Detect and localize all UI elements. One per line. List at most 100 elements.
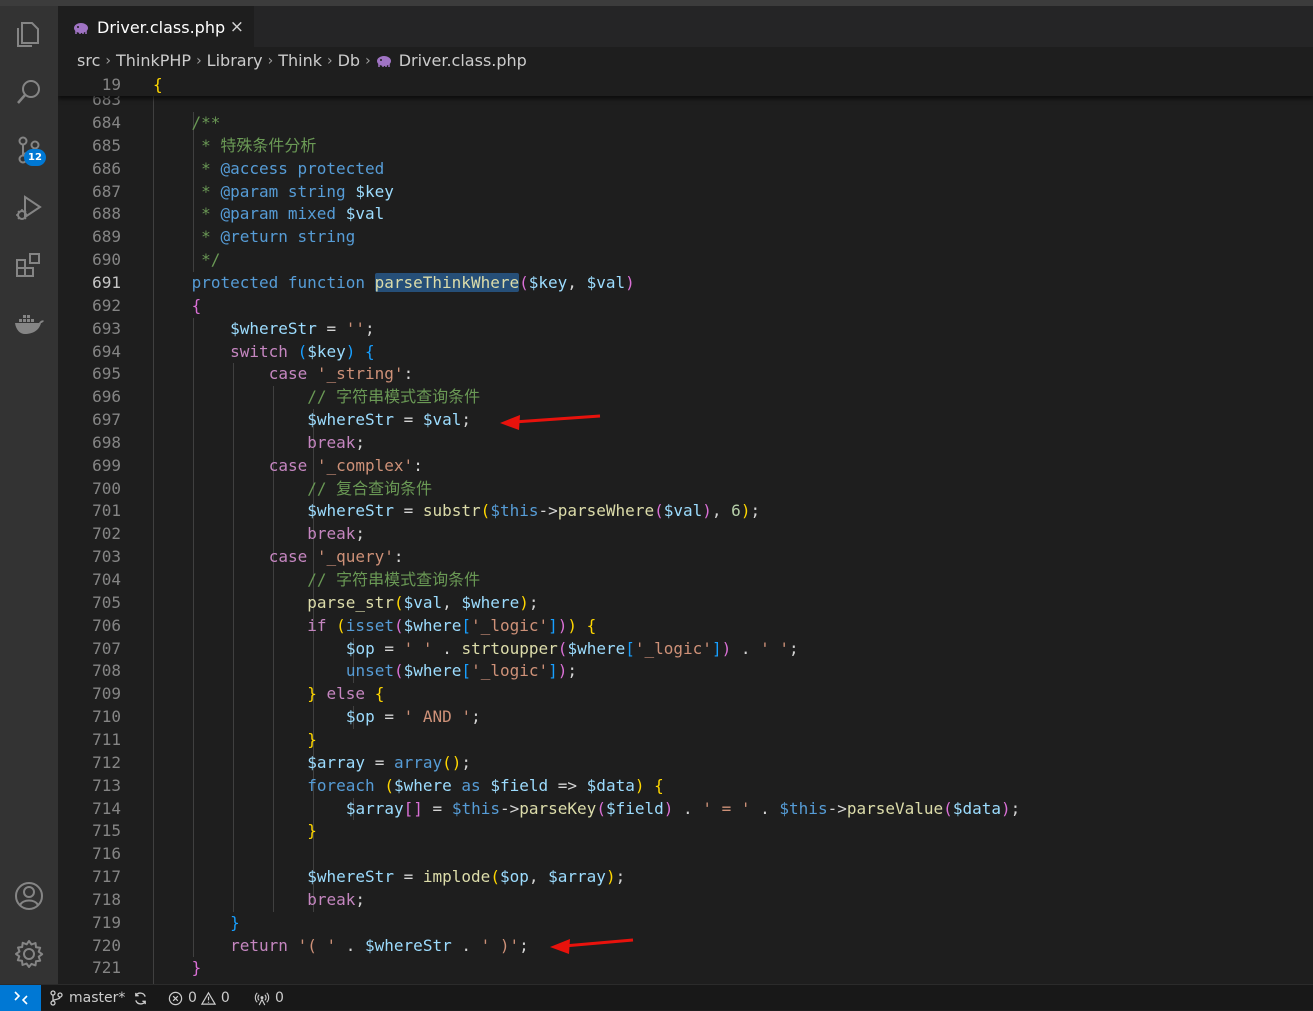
error-count: 0 bbox=[188, 990, 197, 1006]
code-text: case '_complex': bbox=[268, 455, 423, 475]
problems-indicator[interactable]: 0 0 bbox=[168, 985, 230, 1011]
line-number: 692 bbox=[92, 295, 121, 315]
code-text: * 特殊条件分析 bbox=[153, 135, 317, 155]
code-text: break; bbox=[307, 432, 366, 452]
line-number: 686 bbox=[92, 158, 121, 178]
sticky-scroll-header[interactable]: 19 { bbox=[58, 74, 1313, 96]
branch-indicator[interactable]: master* bbox=[49, 985, 148, 1011]
line-number: 690 bbox=[92, 250, 121, 270]
chevron-right-icon: › bbox=[196, 52, 202, 69]
code-text: } else { bbox=[307, 684, 385, 704]
sticky-line-text: { bbox=[153, 75, 163, 94]
code-line: 703 case '_query': bbox=[58, 546, 1313, 569]
line-number: 716 bbox=[92, 844, 121, 864]
code-text: * @param mixed $val bbox=[153, 204, 385, 224]
line-number: 706 bbox=[92, 615, 121, 635]
code-text: parse_str($val, $where); bbox=[307, 592, 539, 612]
chevron-right-icon: › bbox=[267, 52, 274, 69]
code-text: // 字符串模式查询条件 bbox=[307, 387, 481, 407]
line-number: 685 bbox=[92, 135, 121, 155]
php-elephant-icon bbox=[74, 22, 88, 34]
code-line: 715 } bbox=[58, 820, 1313, 843]
ports-indicator[interactable]: 0 bbox=[254, 985, 284, 1011]
tab-close-button[interactable]: × bbox=[230, 17, 244, 37]
explorer-icon[interactable] bbox=[0, 10, 58, 58]
code-text: break; bbox=[307, 524, 366, 544]
breadcrumb-db[interactable]: Db bbox=[338, 51, 360, 70]
line-number: 699 bbox=[92, 455, 121, 475]
code-line: 710 $op = ' AND '; bbox=[58, 706, 1313, 729]
run-debug-icon[interactable] bbox=[0, 184, 58, 232]
code-line: 714 $array[] = $this->parseKey($field) .… bbox=[58, 798, 1313, 821]
line-number: 693 bbox=[92, 318, 121, 338]
line-number: 691 bbox=[92, 272, 121, 292]
line-number: 714 bbox=[92, 798, 121, 818]
line-number: 721 bbox=[92, 958, 121, 978]
code-text: $whereStr = ''; bbox=[230, 318, 375, 338]
code-line: 701 $whereStr = substr($this->parseWhere… bbox=[58, 500, 1313, 523]
code-text: // 字符串模式查询条件 bbox=[307, 570, 481, 589]
docker-icon[interactable] bbox=[0, 300, 58, 348]
breadcrumb-library[interactable]: Library bbox=[207, 51, 263, 70]
code-text: if (isset($where['_logic'])) { bbox=[307, 615, 597, 635]
code-text: $array[] = $this->parseKey($field) . ' =… bbox=[345, 798, 1021, 818]
extensions-icon[interactable] bbox=[0, 242, 58, 290]
code-line: 720 return '( ' . $whereStr . ' )'; bbox=[58, 935, 1313, 958]
line-number: 694 bbox=[92, 341, 121, 361]
code-line: 719 } bbox=[58, 912, 1313, 935]
line-number: 688 bbox=[92, 204, 121, 224]
code-editor[interactable]: 19 { 683 684 /** 685 * 特殊条件分析 686 * @access… bbox=[58, 74, 1313, 984]
breadcrumb-src[interactable]: src bbox=[77, 51, 100, 70]
code-line: 690 */ bbox=[58, 249, 1313, 272]
remote-indicator[interactable] bbox=[0, 985, 41, 1011]
breadcrumb-file[interactable]: Driver.class.php bbox=[399, 51, 527, 70]
code-text: } bbox=[307, 729, 317, 749]
code-line: 711 } bbox=[58, 729, 1313, 752]
line-number: 717 bbox=[92, 867, 121, 887]
code-text: foreach ($where as $field => $data) { bbox=[307, 775, 664, 795]
code-text: protected function parseThinkWhere($key,… bbox=[191, 272, 635, 292]
line-number: 696 bbox=[92, 387, 121, 407]
code-text: case '_string': bbox=[268, 364, 414, 384]
line-number: 719 bbox=[92, 912, 121, 932]
code-line: 717 $whereStr = implode($op, $array); bbox=[58, 866, 1313, 889]
code-line: 686 * @access protected bbox=[58, 158, 1313, 181]
code-text: $whereStr = implode($op, $array); bbox=[307, 867, 626, 887]
line-number: 709 bbox=[92, 684, 121, 704]
line-number: 695 bbox=[92, 364, 121, 384]
code-text: $array = array(); bbox=[307, 752, 472, 772]
line-number: 19 bbox=[101, 75, 121, 94]
breadcrumb-thinkphp[interactable]: ThinkPHP bbox=[116, 51, 191, 70]
code-line: 692 { bbox=[58, 295, 1313, 318]
code-text: $op = ' AND '; bbox=[345, 707, 481, 727]
code-line: 691 protected function parseThinkWhere($… bbox=[58, 272, 1313, 295]
code-text: $whereStr = $val; bbox=[307, 410, 472, 430]
activity-bar: 12 bbox=[0, 6, 58, 984]
line-number: 698 bbox=[92, 432, 121, 452]
breadcrumb-think[interactable]: Think bbox=[278, 51, 322, 70]
code-text: * @return string bbox=[153, 227, 356, 247]
source-control-badge: 12 bbox=[24, 149, 46, 166]
code-text: { bbox=[191, 295, 202, 315]
line-number: 684 bbox=[92, 113, 121, 132]
code-line: 695 case '_string': bbox=[58, 363, 1313, 386]
code-line: 702 break; bbox=[58, 523, 1313, 546]
accounts-icon[interactable] bbox=[0, 872, 58, 920]
code-line: 708 unset($where['_logic']); bbox=[58, 660, 1313, 683]
code-text: * @access protected bbox=[153, 158, 385, 178]
editor-tab-bar: Driver.class.php × bbox=[58, 6, 1313, 48]
code-line: 705 parse_str($val, $where); bbox=[58, 592, 1313, 615]
code-text: * @param string $key bbox=[153, 181, 394, 201]
line-number: 707 bbox=[92, 638, 121, 658]
search-icon[interactable] bbox=[0, 68, 58, 116]
manage-gear-icon[interactable] bbox=[0, 930, 58, 978]
code-line: 700 // 复合查询条件 bbox=[58, 478, 1313, 501]
tab-driver-class-php[interactable]: Driver.class.php × bbox=[58, 6, 254, 48]
git-branch-icon bbox=[50, 990, 63, 1006]
code-text: return '( ' . $whereStr . ' )'; bbox=[230, 935, 529, 955]
sync-icon[interactable] bbox=[133, 991, 148, 1006]
code-line: 687 * @param string $key bbox=[58, 181, 1313, 204]
code-text: */ bbox=[153, 250, 221, 270]
branch-name: master* bbox=[69, 990, 126, 1006]
code-text: // 复合查询条件 bbox=[307, 478, 433, 498]
